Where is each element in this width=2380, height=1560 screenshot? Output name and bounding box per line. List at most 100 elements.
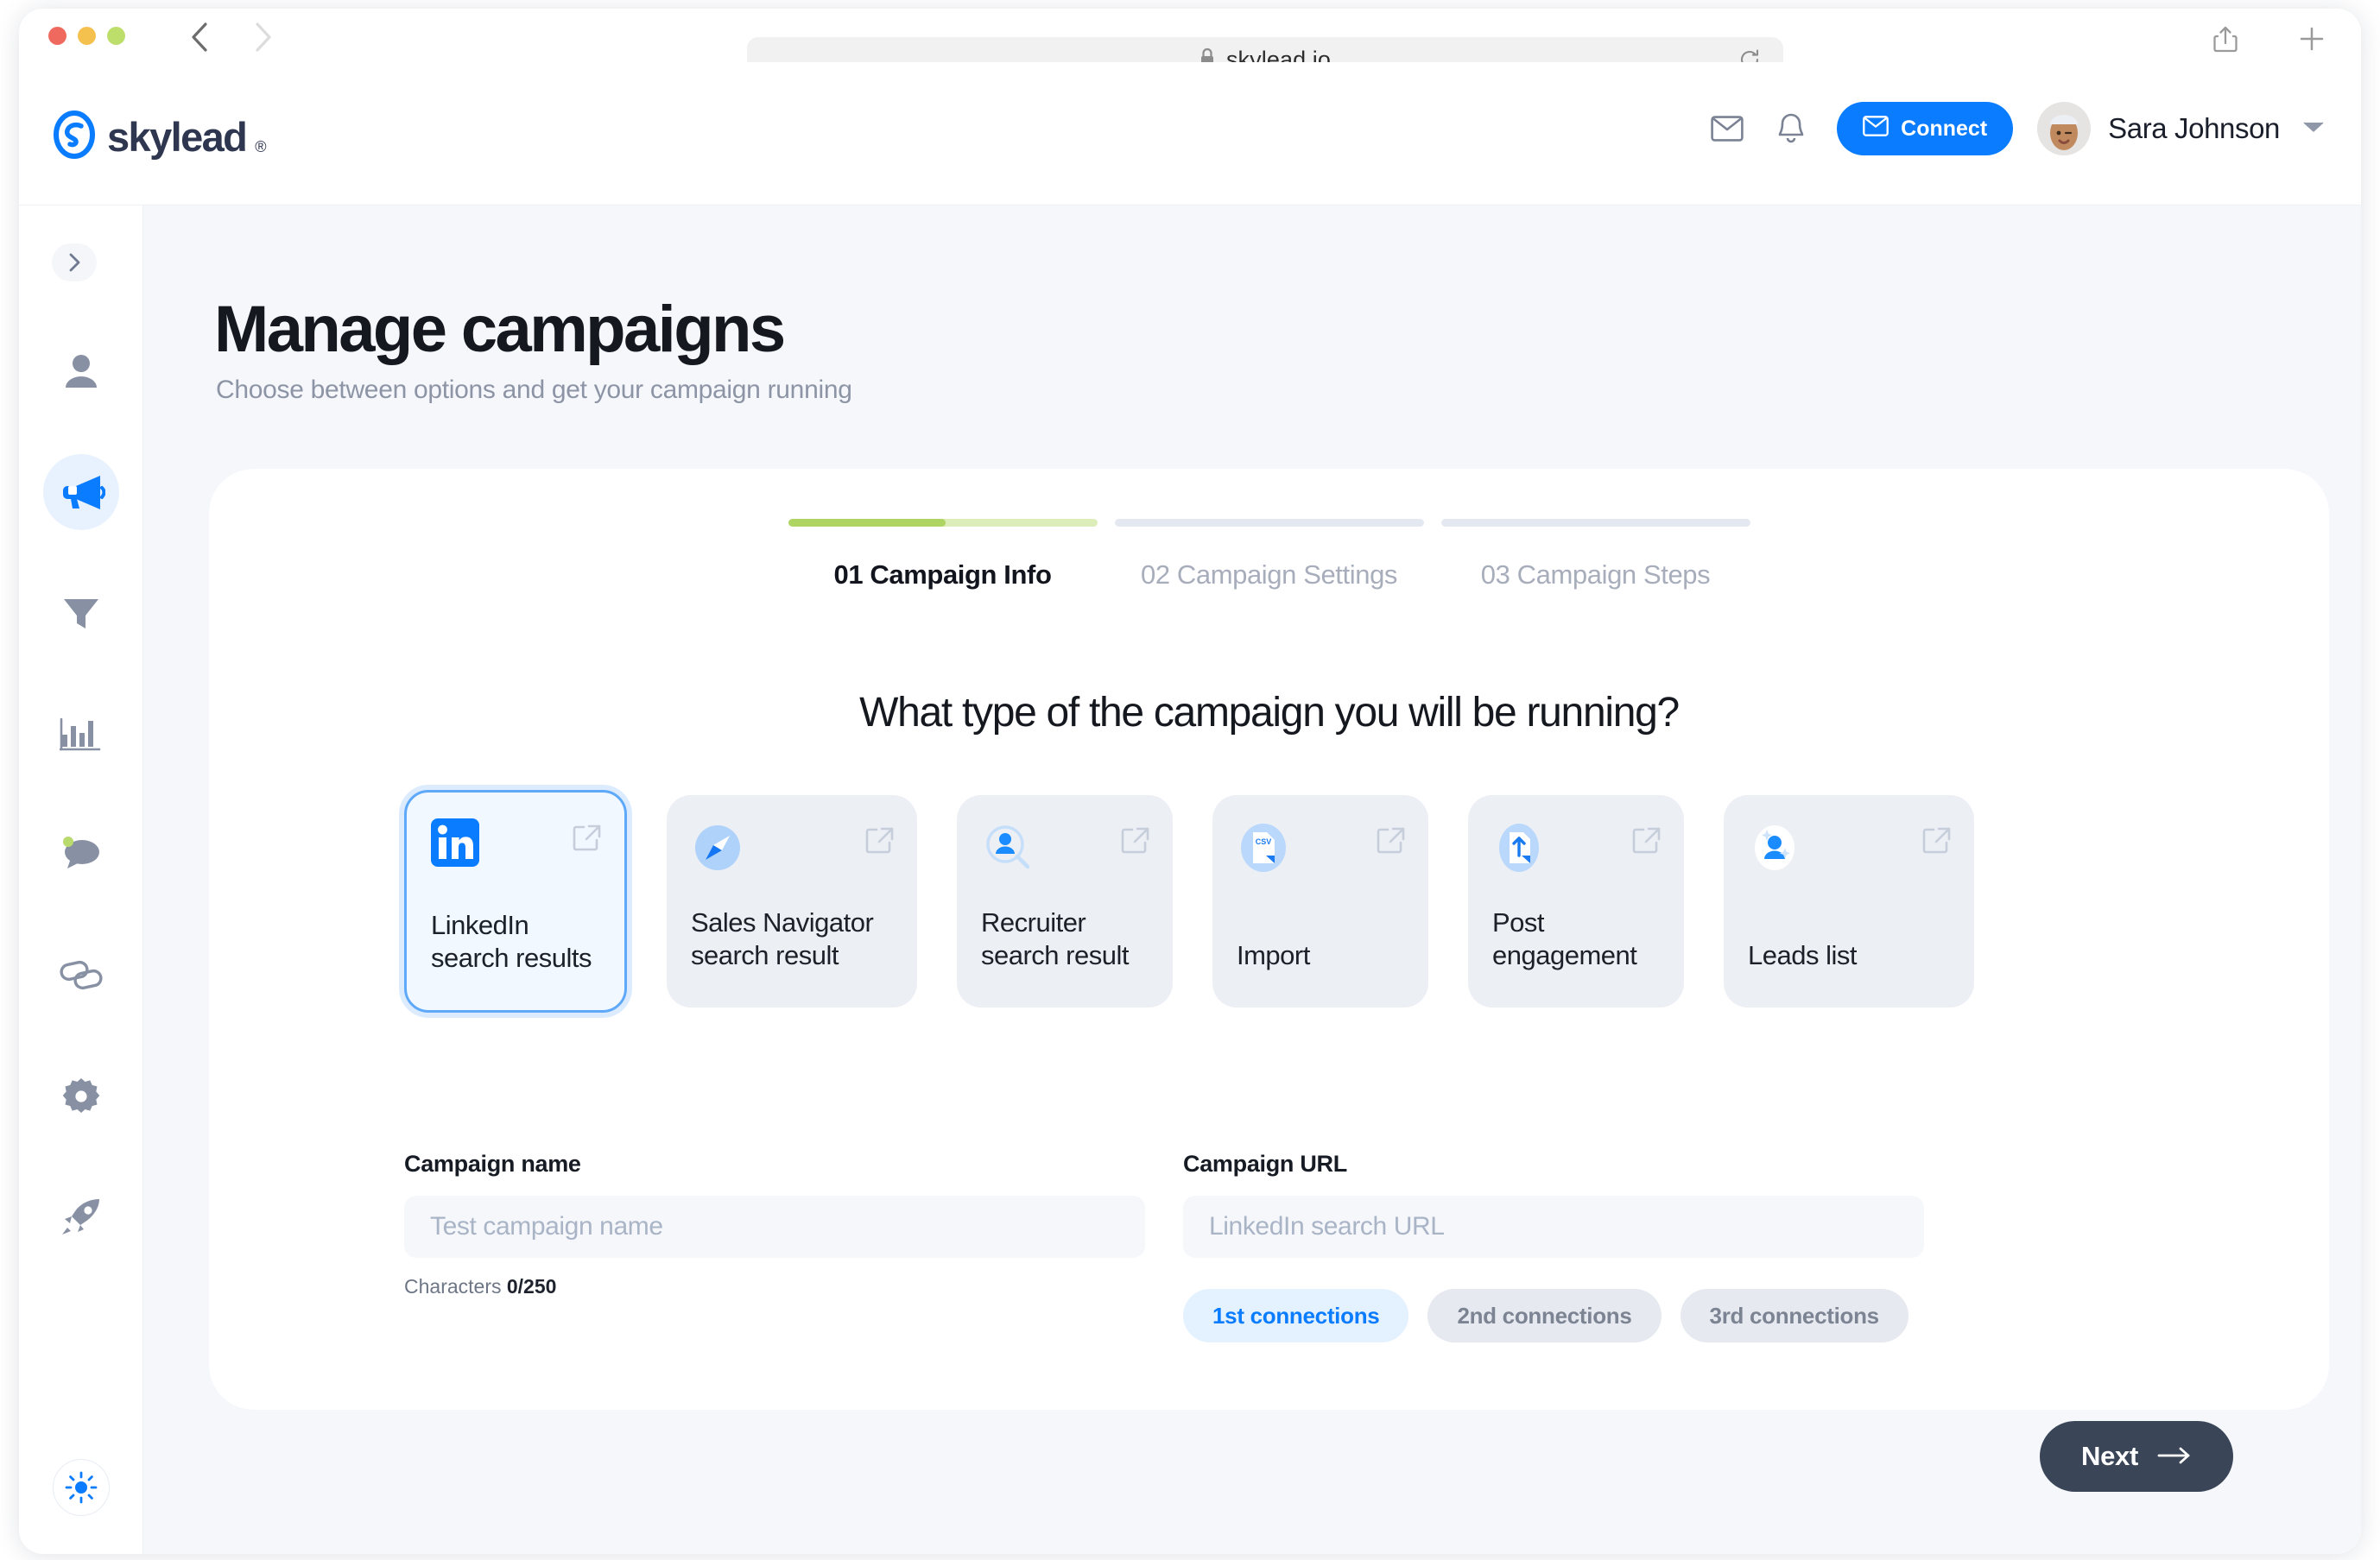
skylead-wordmark: skylead [107, 114, 248, 160]
campaign-type-label: LinkedIn search results [431, 909, 592, 974]
external-link-icon[interactable] [1632, 826, 1662, 860]
external-link-icon[interactable] [1377, 826, 1406, 860]
chat-bubble-icon [63, 837, 99, 868]
browser-window: skylead.io skylead ® Connect Sara Johnso… [19, 9, 2361, 1554]
sidebar-toggle-button[interactable] [52, 243, 97, 281]
wizard-step-1[interactable]: 01 Campaign Info [788, 519, 1098, 591]
browser-navigation [190, 22, 273, 52]
campaign-url-label: Campaign URL [1183, 1151, 1347, 1177]
campaign-name-input[interactable]: Test campaign name [404, 1196, 1145, 1258]
wizard-step-2[interactable]: 02 Campaign Settings [1114, 519, 1424, 591]
campaign-type-card[interactable]: LinkedIn search results [404, 790, 627, 1013]
sun-icon [65, 1471, 98, 1504]
campaign-type-label: Recruiter search result [981, 906, 1129, 971]
external-link-icon[interactable] [1121, 826, 1150, 860]
avatar[interactable] [2037, 102, 2092, 155]
campaign-type-card[interactable]: Recruiter search result [957, 795, 1173, 1007]
link-icon [60, 960, 103, 990]
arrow-right-icon [2157, 1441, 2192, 1472]
connect-button[interactable]: Connect [1837, 102, 2014, 155]
campaign-wizard-panel: 01 Campaign Info 02 Campaign Settings 03 C… [209, 469, 2329, 1410]
external-link-icon[interactable] [573, 824, 602, 857]
campaign-type-list: LinkedIn search results Sales Navigator sea… [404, 790, 1974, 1013]
new-tab-icon[interactable] [2297, 24, 2326, 58]
campaign-url-group: Campaign URL LinkedIn search URL 1st con… [1183, 1151, 1924, 1342]
browser-toolbar: skylead.io [19, 9, 2361, 82]
connect-mail-icon [1863, 115, 1889, 142]
sidebar-item-contacts[interactable] [19, 311, 143, 432]
bell-icon[interactable] [1759, 112, 1823, 145]
wizard-stepper: 01 Campaign Info 02 Campaign Settings 03 C… [788, 519, 1750, 591]
next-button[interactable]: Next [2040, 1421, 2233, 1492]
forward-icon[interactable] [254, 22, 273, 52]
wizard-step-progress-bar [1440, 519, 1750, 527]
connection-degree-chip[interactable]: 1st connections [1183, 1289, 1409, 1342]
header-actions: Connect Sara Johnson [1695, 102, 2325, 155]
sidebar-item-inbox[interactable] [19, 794, 143, 915]
share-icon[interactable] [2212, 24, 2238, 58]
chevron-down-icon[interactable] [2302, 120, 2325, 138]
wizard-question: What type of the campaign you will be ru… [859, 690, 1680, 736]
username-label: Sara Johnson [2108, 112, 2280, 144]
rocket-icon [62, 1199, 99, 1235]
sidebar-item-filters[interactable] [19, 553, 143, 673]
sidebar-footer [19, 1459, 143, 1516]
sidebar-item-analytics[interactable] [19, 673, 143, 794]
close-window-button[interactable] [48, 27, 66, 45]
person-sparkle-icon [1748, 821, 1801, 875]
megaphone-icon [63, 476, 105, 509]
sidebar-item-campaigns[interactable] [19, 432, 143, 553]
skylead-mark-icon [50, 111, 98, 163]
csv-file-icon: CSV [1237, 821, 1290, 875]
back-icon[interactable] [190, 22, 209, 52]
campaign-form: Campaign name Test campaign name Charact… [404, 1151, 1924, 1342]
page-subtitle: Choose between options and get your camp… [216, 376, 852, 404]
bar-chart-icon [60, 717, 101, 751]
maximize-window-button[interactable] [107, 27, 125, 45]
application: skylead ® Connect Sara Johnson Manage ca… [19, 62, 2361, 1554]
connection-degree-group: 1st connections 2nd connections 3rd connec… [1183, 1289, 1924, 1342]
character-counter-prefix: Characters [404, 1275, 507, 1298]
sidebar-item-whats-new[interactable] [19, 1157, 143, 1278]
window-controls [48, 27, 125, 45]
mail-icon[interactable] [1695, 116, 1759, 142]
connection-degree-chip[interactable]: 3rd connections [1680, 1289, 1908, 1342]
wizard-step-label: 02 Campaign Settings [1140, 559, 1398, 590]
campaign-url-input[interactable]: LinkedIn search URL [1183, 1196, 1924, 1258]
theme-toggle-button[interactable] [53, 1459, 110, 1516]
app-header: skylead ® Connect Sara Johnson [19, 62, 2361, 205]
person-icon [66, 355, 97, 388]
svg-text:CSV: CSV [1256, 837, 1272, 846]
next-label: Next [2081, 1441, 2138, 1471]
linkedin-icon [428, 816, 482, 869]
sidebar-item-integrations[interactable] [19, 915, 143, 1036]
campaign-type-label: Import [1237, 940, 1310, 971]
wizard-step-label: 03 Campaign Steps [1480, 559, 1711, 590]
campaign-name-label: Campaign name [404, 1151, 581, 1177]
character-counter: Characters 0/250 [404, 1275, 1145, 1298]
connect-label: Connect [1901, 116, 1988, 141]
sidebar-item-settings[interactable] [19, 1036, 143, 1157]
campaign-type-label: Sales Navigator search result [691, 906, 874, 971]
connection-degree-chip[interactable]: 2nd connections [1427, 1289, 1662, 1342]
campaign-type-label: Leads list [1748, 940, 1857, 971]
sidebar [19, 205, 143, 1554]
character-counter-value: 0/250 [506, 1275, 557, 1298]
campaign-type-card[interactable]: Leads list [1724, 795, 1974, 1007]
page-title: Manage campaigns [214, 293, 786, 366]
external-link-icon[interactable] [1922, 826, 1952, 860]
wizard-step-progress-fill [788, 519, 946, 527]
main-content: Manage campaigns Choose between options … [143, 205, 2361, 1554]
wizard-step-label: 01 Campaign Info [833, 559, 1052, 590]
wizard-step-3[interactable]: 03 Campaign Steps [1440, 519, 1750, 591]
skylead-logo[interactable]: skylead ® [50, 111, 267, 163]
minimize-window-button[interactable] [78, 27, 96, 45]
campaign-type-card[interactable]: Sales Navigator search result [667, 795, 917, 1007]
funnel-icon [64, 599, 98, 628]
gear-icon [62, 1078, 100, 1113]
campaign-type-card[interactable]: Post engagement [1468, 795, 1684, 1007]
campaign-type-card[interactable]: CSV Import [1212, 795, 1428, 1007]
compass-icon [691, 821, 744, 875]
external-link-icon[interactable] [865, 826, 895, 860]
wizard-step-progress-bar [1114, 519, 1424, 527]
